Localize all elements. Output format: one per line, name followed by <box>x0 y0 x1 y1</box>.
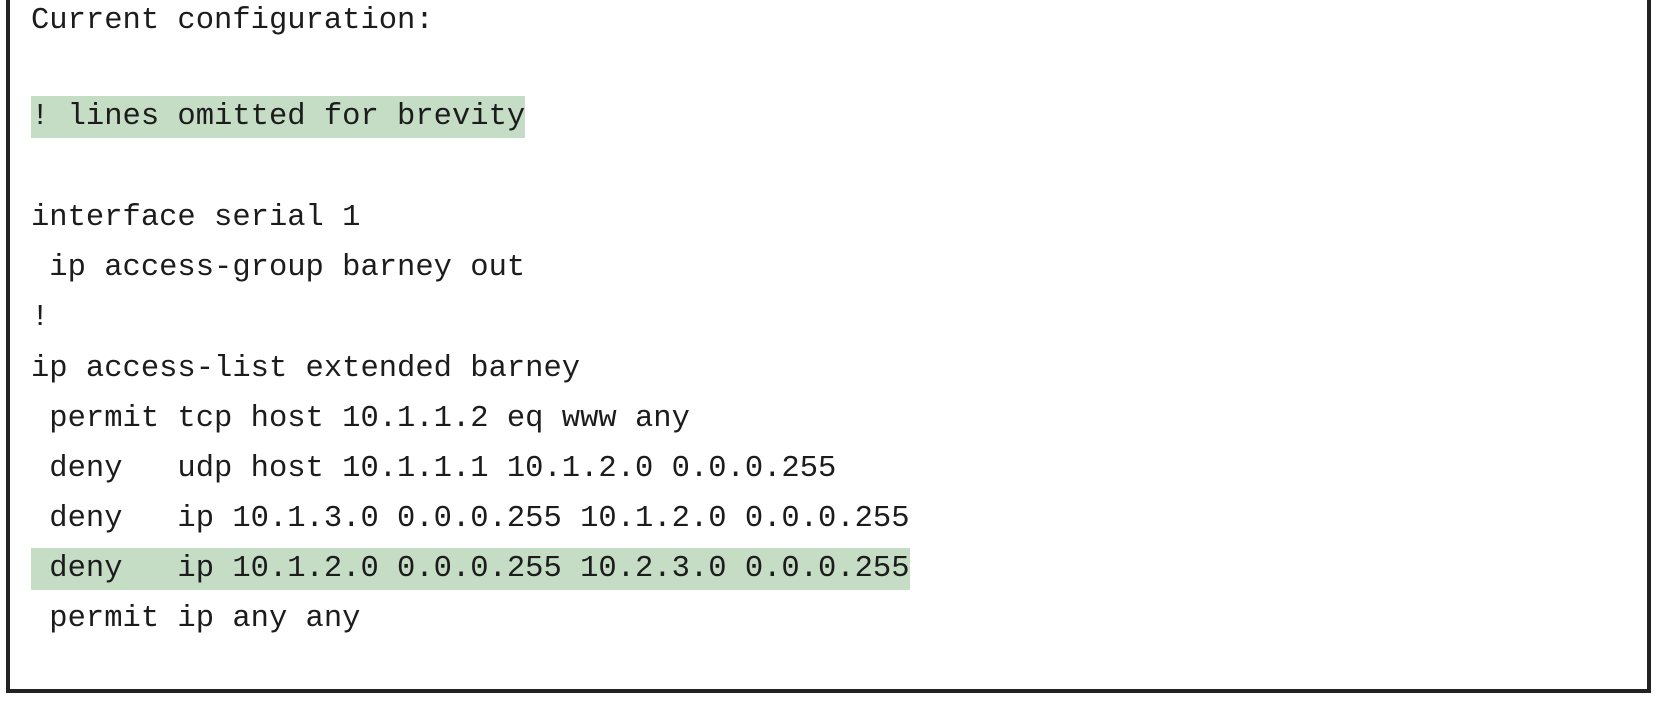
config-line-access-group: ip access-group barney out <box>31 251 526 285</box>
config-line-bang: ! <box>31 301 50 335</box>
config-line-ace-3: deny ip 10.1.3.0 0.0.0.255 10.1.2.0 0.0.… <box>31 502 910 536</box>
config-header: Current configuration: <box>31 4 434 38</box>
config-line-ace-5: permit ip any any <box>31 602 361 636</box>
config-line-interface: interface serial 1 <box>31 201 361 235</box>
config-line-ace-2: deny udp host 10.1.1.1 10.1.2.0 0.0.0.25… <box>31 452 837 486</box>
config-line-ace-4: deny ip 10.1.2.0 0.0.0.255 10.2.3.0 0.0.… <box>31 548 910 590</box>
config-line-acl-header: ip access-list extended barney <box>31 352 581 386</box>
config-line-ace-1: permit tcp host 10.1.1.2 eq www any <box>31 402 690 436</box>
config-line-comment: ! lines omitted for brevity <box>31 96 526 138</box>
